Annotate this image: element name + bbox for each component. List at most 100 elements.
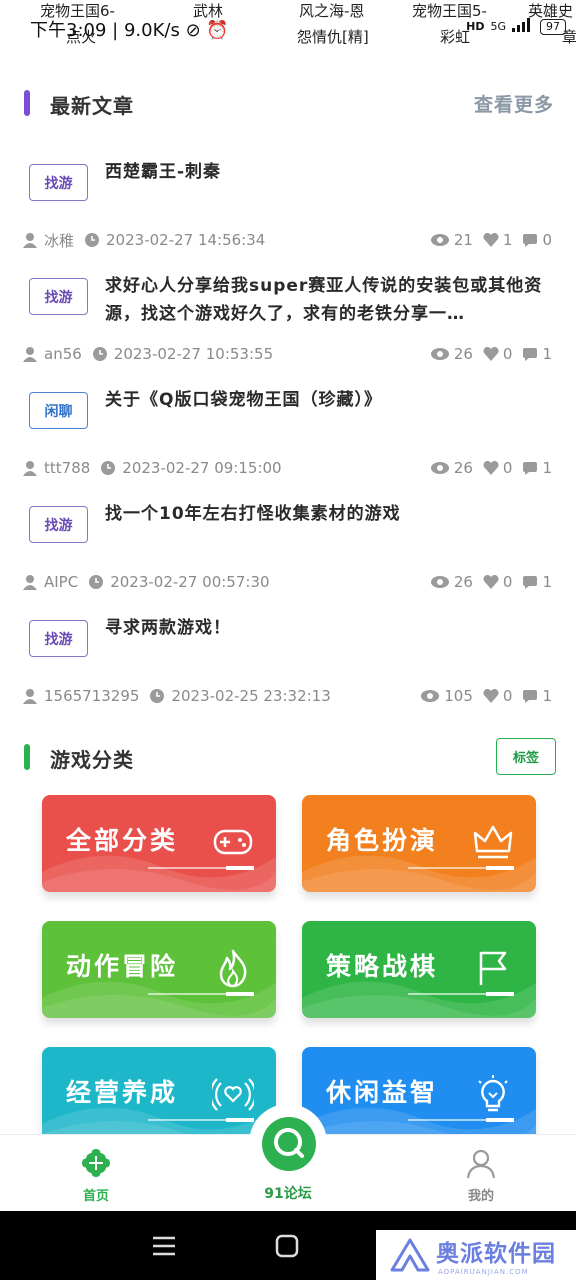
search-forum-icon <box>274 1128 304 1158</box>
comment-icon[interactable] <box>522 347 538 361</box>
article-title[interactable]: 找一个10年左右打怪收集素材的游戏 <box>105 500 557 528</box>
alarm-icon: ⏰ <box>206 20 229 41</box>
profile-icon <box>466 1149 496 1179</box>
views-icon <box>430 234 449 246</box>
watermark-logo-icon <box>390 1238 430 1272</box>
nav-home-label: 首页 <box>82 1189 109 1204</box>
nav-mine-label: 我的 <box>467 1189 494 1204</box>
card-underline <box>408 1118 514 1122</box>
section-marker <box>24 90 30 116</box>
category-card-strategy[interactable]: 策略战棋 <box>302 921 536 1018</box>
view-more-link[interactable]: 查看更多 <box>474 90 554 117</box>
comment-icon[interactable] <box>522 233 538 247</box>
likes-count: 1 <box>502 231 513 249</box>
category-card-all[interactable]: 全部分类 <box>42 795 276 892</box>
article-meta: 1565713295 2023-02-25 23:32:13 105 0 1 <box>22 684 558 708</box>
views-count: 26 <box>453 345 473 363</box>
user-icon <box>23 347 37 362</box>
latest-header: 最新文章 查看更多 <box>0 82 576 122</box>
category-card-action[interactable]: 动作冒险 <box>42 921 276 1018</box>
clock-icon <box>85 233 100 247</box>
article-item[interactable]: 找游 求好心人分享给我super赛亚人传说的安装包或其他资源，找这个游戏好久了，… <box>0 264 576 378</box>
flag-icon <box>479 951 507 985</box>
comment-icon[interactable] <box>522 461 538 475</box>
article-tag: 闲聊 <box>29 392 88 429</box>
watermark-text: 奥派软件园 <box>436 1241 556 1267</box>
clock-icon <box>89 575 104 589</box>
article-author: 1565713295 <box>44 687 140 705</box>
hd-badge: HD <box>466 20 485 33</box>
like-icon[interactable] <box>483 689 499 703</box>
category-card-casual[interactable]: 休闲益智 <box>302 1047 536 1144</box>
category-label: 经营养成 <box>66 1078 179 1107</box>
category-label: 休闲益智 <box>326 1078 439 1107</box>
views-count: 105 <box>444 687 473 705</box>
card-underline <box>408 992 514 996</box>
category-title: 游戏分类 <box>50 748 134 772</box>
article-author: AIPC <box>44 573 79 591</box>
comments-count: 0 <box>542 231 552 249</box>
article-title[interactable]: 关于《Q版口袋宠物王国（珍藏）》 <box>105 386 557 414</box>
article-meta: an56 2023-02-27 10:53:55 26 0 1 <box>22 342 558 366</box>
article-item[interactable]: 找游 西楚霸王-刺秦 冰稚 2023-02-27 14:56:34 21 1 0 <box>0 150 576 264</box>
like-icon[interactable] <box>483 575 499 589</box>
article-title[interactable]: 西楚霸王-刺秦 <box>105 158 557 186</box>
user-icon <box>23 233 37 248</box>
comments-count: 1 <box>542 459 552 477</box>
nav-home[interactable]: 首页 <box>46 1147 146 1204</box>
like-icon[interactable] <box>483 461 499 475</box>
article-author: an56 <box>44 345 82 363</box>
battery-icon: 97 <box>540 18 566 35</box>
article-item[interactable]: 闲聊 关于《Q版口袋宠物王国（珍藏）》 ttt788 2023-02-27 09… <box>0 378 576 492</box>
category-label: 动作冒险 <box>66 952 179 981</box>
views-icon <box>430 348 449 360</box>
home-square-icon[interactable] <box>275 1234 299 1258</box>
views-count: 26 <box>453 573 473 591</box>
bulb-icon <box>478 1075 508 1112</box>
user-icon <box>23 575 37 590</box>
category-card-rpg[interactable]: 角色扮演 <box>302 795 536 892</box>
ticker-text: 怨情仇[精] <box>297 28 369 46</box>
ticker-text: 风之海-恩 <box>299 2 365 20</box>
status-time: 下午3:09 | 9.0K/s ⊘ ⏰ <box>30 20 229 41</box>
comment-icon[interactable] <box>522 575 538 589</box>
views-count: 21 <box>453 231 473 249</box>
app-root: { "status_bar": { "tickers": ["宠物王国6-", … <box>0 0 576 1280</box>
comments-count: 1 <box>542 687 552 705</box>
menu-icon[interactable] <box>152 1235 176 1257</box>
card-underline <box>148 1118 254 1122</box>
article-stats: 26 0 1 <box>430 573 558 591</box>
clock-icon <box>101 461 116 475</box>
category-label: 角色扮演 <box>326 826 439 855</box>
category-header: 游戏分类 标签 <box>0 738 576 778</box>
signal-icon <box>512 18 534 35</box>
article-item[interactable]: 找游 寻求两款游戏！ 1565713295 2023-02-25 23:32:1… <box>0 606 576 720</box>
watermark-sub: AOPAIRUANJIAN.COM <box>438 1268 529 1276</box>
forum-label[interactable]: 91论坛 <box>238 1183 338 1203</box>
mute-icon: ⊘ <box>185 20 201 41</box>
views-icon <box>430 576 449 588</box>
section-marker <box>24 744 30 770</box>
article-item[interactable]: 找游 找一个10年左右打怪收集素材的游戏 AIPC 2023-02-27 00:… <box>0 492 576 606</box>
article-stats: 105 0 1 <box>420 687 558 705</box>
tags-button[interactable]: 标签 <box>496 738 556 775</box>
article-stats: 26 0 1 <box>430 345 558 363</box>
comment-icon[interactable] <box>522 689 538 703</box>
nav-mine[interactable]: 我的 <box>431 1147 531 1204</box>
article-title[interactable]: 寻求两款游戏！ <box>105 614 557 642</box>
forum-fab-button[interactable] <box>262 1117 316 1171</box>
like-icon[interactable] <box>483 233 499 247</box>
article-stats: 21 1 0 <box>430 231 558 249</box>
article-time: 2023-02-27 10:53:55 <box>113 345 274 363</box>
article-time: 2023-02-27 09:15:00 <box>122 459 282 477</box>
category-card-management[interactable]: 经营养成 <box>42 1047 276 1144</box>
views-icon <box>430 462 449 474</box>
user-icon <box>23 461 37 476</box>
category-label: 全部分类 <box>66 826 179 855</box>
article-title[interactable]: 求好心人分享给我super赛亚人传说的安装包或其他资源，找这个游戏好久了，求有的… <box>105 272 557 328</box>
flame-icon <box>219 949 247 988</box>
card-underline <box>408 866 514 870</box>
like-icon[interactable] <box>483 347 499 361</box>
article-tag: 找游 <box>29 506 88 543</box>
comments-count: 1 <box>542 345 552 363</box>
